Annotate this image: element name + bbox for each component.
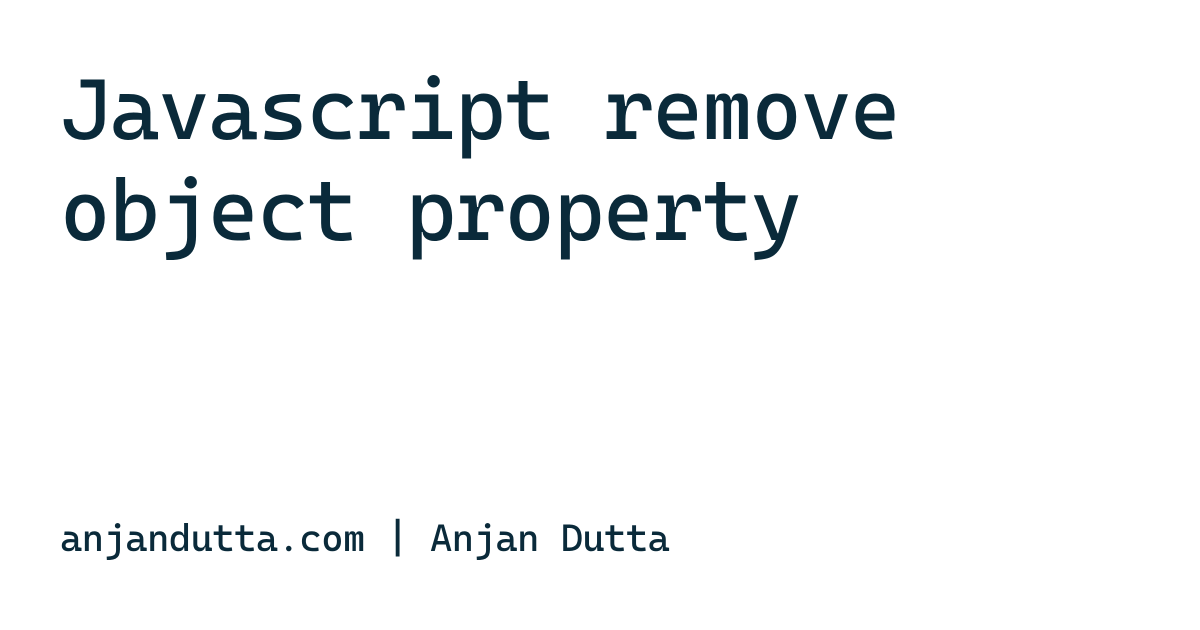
page-title: Javascript remove object property [60,60,1140,263]
byline: anjandutta.com | Anjan Dutta [60,516,1140,560]
